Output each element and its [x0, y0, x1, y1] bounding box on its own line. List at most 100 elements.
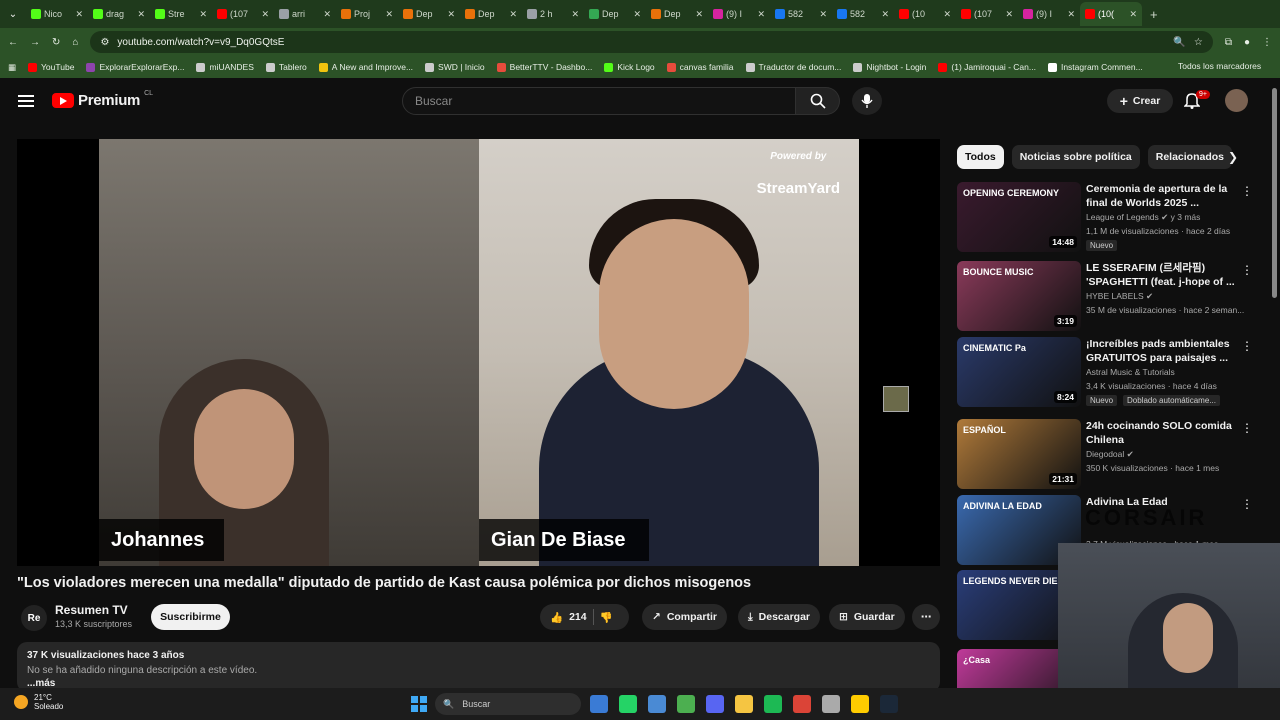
browser-tab[interactable]: Dep ✕: [460, 2, 522, 26]
taskbar-search[interactable]: 🔍 Buscar: [435, 693, 581, 715]
weather-widget[interactable]: 21°C Soleado: [14, 693, 63, 711]
subscribe-button[interactable]: Suscribirme: [151, 604, 230, 630]
create-button[interactable]: + Crear: [1107, 89, 1173, 113]
taskbar-app-icon[interactable]: [793, 695, 811, 713]
more-vertical-icon[interactable]: ⋮: [1241, 184, 1253, 198]
search-button[interactable]: [796, 87, 840, 115]
bookmark-item[interactable]: Kick Logo: [604, 62, 655, 72]
tab-close-icon[interactable]: ✕: [509, 9, 517, 20]
more-actions-button[interactable]: ⋯: [912, 604, 940, 630]
zoom-icon[interactable]: 🔍: [1173, 37, 1185, 48]
filter-chip[interactable]: Todos: [957, 145, 1004, 169]
channel-avatar[interactable]: Re: [21, 605, 47, 631]
taskbar-app-icon[interactable]: [735, 695, 753, 713]
recommendation-title[interactable]: Ceremonia de apertura de la final de Wor…: [1086, 182, 1246, 210]
tab-close-icon[interactable]: ✕: [695, 9, 703, 20]
recommendation-item[interactable]: BOUNCE MUSIC 3:19 LE SSERAFIM (르세라핌) 'SPAG…: [957, 261, 1267, 331]
browser-tab[interactable]: arri ✕: [274, 2, 336, 26]
like-icon[interactable]: 👍: [550, 611, 563, 624]
taskbar-app-icon[interactable]: [851, 695, 869, 713]
taskbar-app-icon[interactable]: [706, 695, 724, 713]
video-thumbnail[interactable]: BOUNCE MUSIC 3:19: [957, 261, 1081, 331]
filter-chip[interactable]: Relacionados: [1147, 145, 1233, 169]
all-bookmarks-link[interactable]: Todos los marcadores: [1178, 61, 1261, 71]
voice-search-button[interactable]: [852, 87, 882, 115]
bookmark-item[interactable]: Tablero: [265, 62, 307, 72]
tab-close-icon[interactable]: ✕: [447, 9, 455, 20]
more-vertical-icon[interactable]: ⋮: [1241, 263, 1253, 277]
bookmark-item[interactable]: canvas familia: [666, 62, 734, 72]
site-info-icon[interactable]: ⚙: [100, 37, 109, 48]
recommendation-title[interactable]: 24h cocinando SOLO comida Chilena: [1086, 419, 1246, 447]
browser-tab[interactable]: (10 ✕: [894, 2, 956, 26]
browser-tab[interactable]: 582 ✕: [832, 2, 894, 26]
recommendation-item[interactable]: OPENING CEREMONY 14:48 Ceremonia de apertu…: [957, 182, 1267, 252]
tab-close-icon[interactable]: ✕: [75, 9, 83, 20]
taskbar-app-icon[interactable]: [822, 695, 840, 713]
chevron-right-icon[interactable]: ❯: [1228, 150, 1238, 164]
tab-close-icon[interactable]: ✕: [1129, 9, 1137, 20]
tab-close-icon[interactable]: ✕: [881, 9, 889, 20]
tab-close-icon[interactable]: ✕: [1067, 9, 1075, 20]
search-input[interactable]: Buscar: [402, 87, 796, 115]
browser-tab[interactable]: 2 h ✕: [522, 2, 584, 26]
back-icon[interactable]: ←: [8, 37, 18, 48]
browser-tab[interactable]: (9) I ✕: [1018, 2, 1080, 26]
taskbar-app-icon[interactable]: [880, 695, 898, 713]
more-vertical-icon[interactable]: ⋮: [1241, 497, 1253, 511]
browser-tab[interactable]: Dep ✕: [584, 2, 646, 26]
taskbar-app-icon[interactable]: [648, 695, 666, 713]
video-thumbnail[interactable]: OPENING CEREMONY 14:48: [957, 182, 1081, 252]
browser-tab[interactable]: Proj ✕: [336, 2, 398, 26]
bookmark-item[interactable]: ExplorarExplorarExp...: [86, 62, 184, 72]
tab-close-icon[interactable]: ✕: [819, 9, 827, 20]
bookmark-item[interactable]: (1) Jamiroquai - Can...: [938, 62, 1036, 72]
recommendation-item[interactable]: ESPAÑOL 21:31 24h cocinando SOLO comida Ch…: [957, 419, 1267, 489]
recommendation-channel[interactable]: League of Legends ✔ y 3 más: [1086, 212, 1200, 223]
recommendation-channel[interactable]: HYBE LABELS ✔: [1086, 291, 1153, 302]
user-avatar[interactable]: [1225, 89, 1248, 112]
tab-close-icon[interactable]: ✕: [943, 9, 951, 20]
like-count[interactable]: 214: [569, 611, 587, 623]
recommendation-item[interactable]: CINEMATIC Pa 8:24 ¡Increíbles pads ambient…: [957, 337, 1267, 407]
recommendation-title[interactable]: LE SSERAFIM (르세라핌) 'SPAGHETTI (feat. j-h…: [1086, 261, 1246, 289]
taskbar-app-icon[interactable]: [590, 695, 608, 713]
recommendation-channel[interactable]: Diegodoal ✔: [1086, 449, 1134, 460]
video-thumbnail[interactable]: ESPAÑOL 21:31: [957, 419, 1081, 489]
bookmark-item[interactable]: miUANDES: [196, 62, 254, 72]
youtube-logo[interactable]: Premium CL: [52, 90, 153, 109]
extensions-icon[interactable]: ⧉: [1225, 37, 1232, 48]
video-thumbnail[interactable]: CINEMATIC Pa 8:24: [957, 337, 1081, 407]
browser-tab[interactable]: (10(✕: [1080, 2, 1142, 26]
tab-close-icon[interactable]: ✕: [571, 9, 579, 20]
tab-close-icon[interactable]: ✕: [757, 9, 765, 20]
browser-tab[interactable]: Dep ✕: [398, 2, 460, 26]
more-vertical-icon[interactable]: ⋮: [1241, 339, 1253, 353]
tab-close-icon[interactable]: ✕: [1005, 9, 1013, 20]
more-vertical-icon[interactable]: ⋮: [1241, 421, 1253, 435]
hamburger-menu-icon[interactable]: [18, 95, 34, 107]
browser-tab[interactable]: Dep ✕: [646, 2, 708, 26]
recommendation-title[interactable]: ¡Increíbles pads ambientales GRATUITOS p…: [1086, 337, 1246, 365]
url-field[interactable]: ⚙ youtube.com/watch?v=v9_Dq0GQtsE 🔍 ☆: [90, 31, 1213, 53]
browser-tab[interactable]: 582 ✕: [770, 2, 832, 26]
description-box[interactable]: 37 K visualizaciones hace 3 años No se h…: [17, 642, 940, 692]
bookmark-item[interactable]: SWD | Inicio: [425, 62, 485, 72]
tab-close-icon[interactable]: ✕: [633, 9, 641, 20]
bookmark-item[interactable]: BetterTTV - Dashbo...: [496, 62, 592, 72]
tab-search-icon[interactable]: ⌄: [0, 9, 26, 20]
share-button[interactable]: ↗ Compartir: [642, 604, 727, 630]
tab-close-icon[interactable]: ✕: [261, 9, 269, 20]
browser-tab[interactable]: (9) I ✕: [708, 2, 770, 26]
browser-tab[interactable]: (107 ✕: [956, 2, 1018, 26]
bookmark-item[interactable]: A New and Improve...: [318, 62, 413, 72]
browser-tab[interactable]: (107 ✕: [212, 2, 274, 26]
browser-tab[interactable]: Nico ✕: [26, 2, 88, 26]
url-text[interactable]: youtube.com/watch?v=v9_Dq0GQtsE: [117, 37, 1165, 48]
dislike-icon[interactable]: 👎: [600, 611, 613, 624]
bookmark-item[interactable]: Nightbot - Login: [853, 62, 926, 72]
recommendation-channel[interactable]: Astral Music & Tutorials: [1086, 367, 1175, 377]
download-button[interactable]: ⤓ Descargar: [738, 604, 821, 630]
profile-icon[interactable]: ●: [1244, 37, 1250, 48]
forward-icon[interactable]: →: [30, 37, 40, 48]
